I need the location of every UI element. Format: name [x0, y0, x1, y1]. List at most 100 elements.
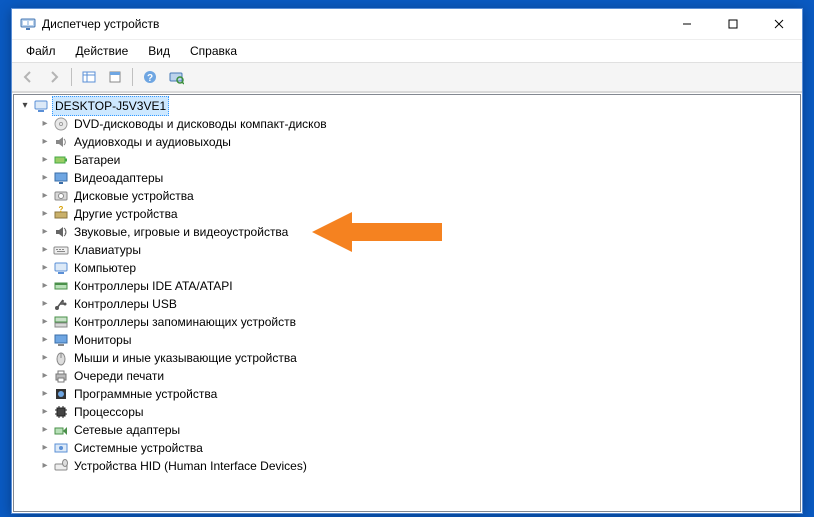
- tree-item-label: DVD-дисководы и дисководы компакт-дисков: [72, 115, 329, 133]
- tree-item[interactable]: ▸Устройства HID (Human Interface Devices…: [16, 457, 800, 475]
- expander-icon[interactable]: ▸: [38, 385, 52, 403]
- tree-item-label: Звуковые, игровые и видеоустройства: [72, 223, 290, 241]
- tree-item[interactable]: ▸ Программные устройства: [16, 385, 800, 403]
- separator: [132, 68, 133, 86]
- expander-icon[interactable]: ▸: [38, 421, 52, 439]
- ide-icon: [53, 278, 69, 294]
- drive-icon: [53, 188, 69, 204]
- menu-file[interactable]: Файл: [16, 42, 66, 60]
- speaker-icon: [53, 134, 69, 150]
- tree-item[interactable]: ▸ Сетевые адаптеры: [16, 421, 800, 439]
- scan-button[interactable]: [164, 65, 188, 89]
- tree-root[interactable]: ▾ DESKTOP-J5V3VE1: [16, 97, 800, 115]
- tree-item[interactable]: ▸ Видеоадаптеры: [16, 169, 800, 187]
- tree-item[interactable]: ▸ DVD-дисководы и дисководы компакт-диско…: [16, 115, 800, 133]
- tree-item[interactable]: ▸ Батареи: [16, 151, 800, 169]
- expander-icon[interactable]: ▸: [38, 403, 52, 421]
- show-hidden-button[interactable]: [77, 65, 101, 89]
- tree-item[interactable]: ▸ Аудиовходы и аудиовыходы: [16, 133, 800, 151]
- tree-item[interactable]: ▸ Компьютер: [16, 259, 800, 277]
- expander-icon[interactable]: ▸: [38, 313, 52, 331]
- expander-icon[interactable]: ▸: [38, 277, 52, 295]
- tree-item[interactable]: ▸ Клавиатуры: [16, 241, 800, 259]
- computer-icon: [53, 260, 69, 276]
- window-title: Диспетчер устройств: [42, 17, 664, 31]
- tree-item-label: Программные устройства: [72, 385, 219, 403]
- expander-icon[interactable]: ▸: [38, 367, 52, 385]
- expander-icon[interactable]: ▾: [18, 97, 32, 115]
- soft-dev-icon: [53, 386, 69, 402]
- menu-help[interactable]: Справка: [180, 42, 247, 60]
- tree-item[interactable]: ▸Дисковые устройства: [16, 187, 800, 205]
- expander-icon[interactable]: ▸: [38, 259, 52, 277]
- hid-icon: [53, 458, 69, 474]
- printer-icon: [53, 368, 69, 384]
- tree-item[interactable]: ▸ Звуковые, игровые и видеоустройства: [16, 223, 800, 241]
- tree-item-label: Сетевые адаптеры: [72, 421, 182, 439]
- expander-icon[interactable]: ▸: [38, 223, 52, 241]
- toolbar: ?: [12, 63, 802, 92]
- tree-item-label: Аудиовходы и аудиовыходы: [72, 133, 233, 151]
- expander-icon[interactable]: ▸: [38, 169, 52, 187]
- properties-button[interactable]: [103, 65, 127, 89]
- tree-item-label: Контроллеры запоминающих устройств: [72, 313, 298, 331]
- tree-item-label: Клавиатуры: [72, 241, 143, 259]
- disc-icon: [53, 116, 69, 132]
- help-button[interactable]: ?: [138, 65, 162, 89]
- expander-icon[interactable]: ▸: [38, 151, 52, 169]
- expander-icon[interactable]: ▸: [38, 133, 52, 151]
- tree-item-label: Процессоры: [72, 403, 146, 421]
- expander-icon[interactable]: ▸: [38, 457, 52, 475]
- tree-item[interactable]: ▸ Процессоры: [16, 403, 800, 421]
- minimize-button[interactable]: [664, 9, 710, 39]
- menubar: Файл Действие Вид Справка: [12, 40, 802, 63]
- system-icon: [53, 440, 69, 456]
- menu-view[interactable]: Вид: [138, 42, 180, 60]
- tree-item-label: Мыши и иные указывающие устройства: [72, 349, 299, 367]
- device-tree: ▾DESKTOP-J5V3VE1▸DVD-дисководы и дисково…: [14, 95, 800, 479]
- menu-action[interactable]: Действие: [66, 42, 139, 60]
- close-button[interactable]: [756, 9, 802, 39]
- tree-item[interactable]: ▸Контроллеры IDE ATA/ATAPI: [16, 277, 800, 295]
- back-button[interactable]: [16, 65, 40, 89]
- expander-icon[interactable]: ▸: [38, 205, 52, 223]
- tree-item[interactable]: ▸?Другие устройства: [16, 205, 800, 223]
- tree-item[interactable]: ▸ Мыши и иные указывающие устройства: [16, 349, 800, 367]
- expander-icon[interactable]: ▸: [38, 295, 52, 313]
- expander-icon[interactable]: ▸: [38, 187, 52, 205]
- tree-item-label: Видеоадаптеры: [72, 169, 165, 187]
- mouse-icon: [53, 350, 69, 366]
- expander-icon[interactable]: ▸: [38, 439, 52, 457]
- tree-item[interactable]: ▸ Очереди печати: [16, 367, 800, 385]
- device-manager-window: Диспетчер устройств Файл Действие Вид Сп…: [11, 8, 803, 514]
- tree-item[interactable]: ▸ Контроллеры USB: [16, 295, 800, 313]
- tree-item-label: Компьютер: [72, 259, 138, 277]
- tree-item-label: Системные устройства: [72, 439, 205, 457]
- tree-item[interactable]: ▸ Системные устройства: [16, 439, 800, 457]
- expander-icon[interactable]: ▸: [38, 241, 52, 259]
- usb-icon: [53, 296, 69, 312]
- separator: [71, 68, 72, 86]
- expander-icon[interactable]: ▸: [38, 331, 52, 349]
- forward-button[interactable]: [42, 65, 66, 89]
- titlebar[interactable]: Диспетчер устройств: [12, 9, 802, 40]
- storage-ctrl-icon: [53, 314, 69, 330]
- tree-item-label: Очереди печати: [72, 367, 166, 385]
- tree-root-label: DESKTOP-J5V3VE1: [52, 96, 169, 116]
- network-icon: [53, 422, 69, 438]
- battery-icon: [53, 152, 69, 168]
- expander-icon[interactable]: ▸: [38, 115, 52, 133]
- maximize-button[interactable]: [710, 9, 756, 39]
- tree-pane: ▾DESKTOP-J5V3VE1▸DVD-дисководы и дисково…: [12, 92, 802, 513]
- question-chip-icon: ?: [53, 206, 69, 222]
- app-icon: [20, 16, 36, 32]
- tree-scroll[interactable]: ▾DESKTOP-J5V3VE1▸DVD-дисководы и дисково…: [13, 94, 801, 512]
- tree-item-label: Контроллеры USB: [72, 295, 179, 313]
- expander-icon[interactable]: ▸: [38, 349, 52, 367]
- svg-text:?: ?: [147, 73, 153, 84]
- window-controls: [664, 9, 802, 39]
- tree-item[interactable]: ▸Мониторы: [16, 331, 800, 349]
- tree-item[interactable]: ▸ Контроллеры запоминающих устройств: [16, 313, 800, 331]
- display-icon: [53, 170, 69, 186]
- tree-item-label: Батареи: [72, 151, 122, 169]
